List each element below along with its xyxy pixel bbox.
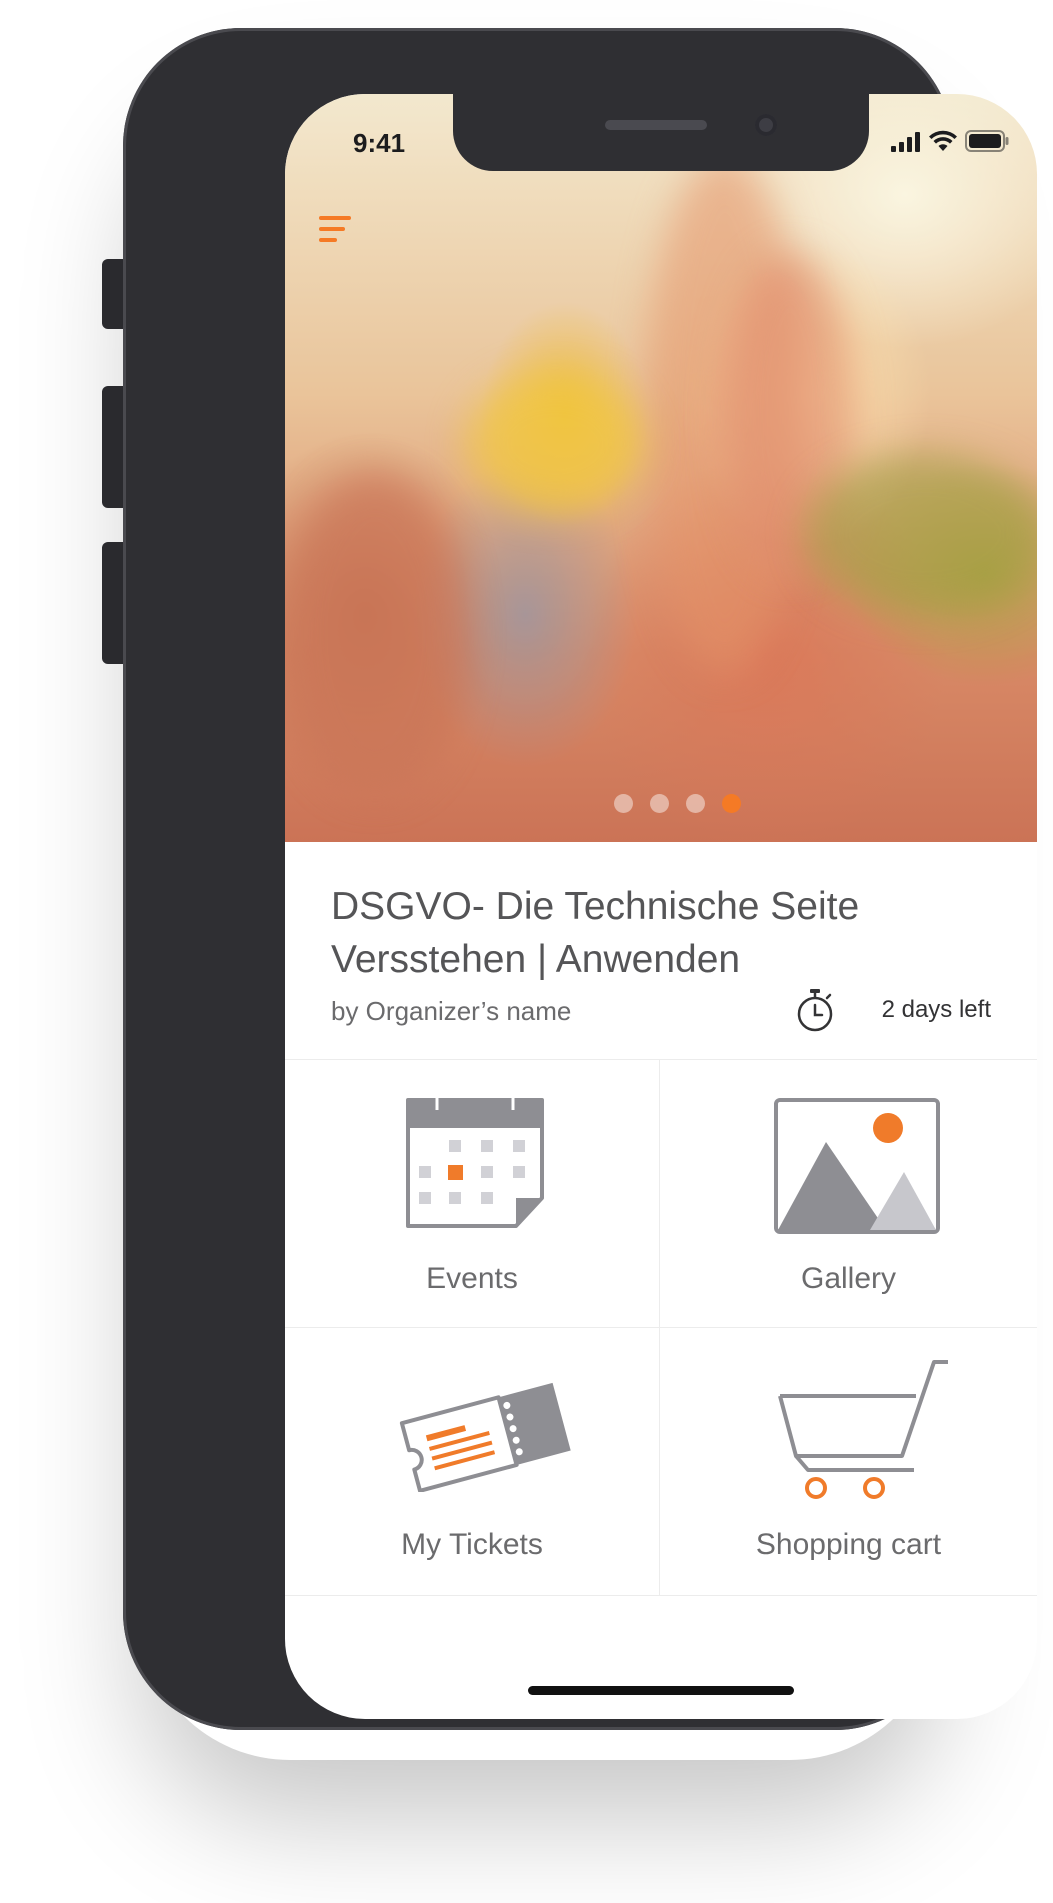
tile-label: My Tickets [401, 1528, 543, 1561]
menu-grid: Events Gallery My Tickets Shopping cart [285, 1060, 1037, 1596]
tile-events[interactable]: Events [285, 1060, 660, 1328]
hero-blur-shape [285, 474, 465, 794]
tile-label: Gallery [800, 1262, 897, 1295]
phone-frame: 9:41 DSGVO- Die Technische Seite Versste… [123, 28, 1037, 1730]
front-camera [755, 114, 777, 136]
status-time: 9:41 [353, 128, 406, 158]
menu-icon-line [319, 238, 337, 242]
calendar-icon [406, 1094, 544, 1228]
home-indicator[interactable] [528, 1686, 794, 1695]
organizer-name: by Organizer’s name [331, 996, 572, 1026]
tile-label: Events [426, 1262, 518, 1295]
speaker-grill [605, 120, 707, 130]
event-info: DSGVO- Die Technische Seite Versstehen |… [285, 842, 1037, 1060]
carousel-dots [285, 794, 1037, 813]
battery-icon [965, 130, 1009, 152]
app-screen: 9:41 DSGVO- Die Technische Seite Versste… [285, 94, 1037, 1719]
days-left: 2 days left [881, 996, 991, 1023]
carousel-dot[interactable] [685, 794, 705, 813]
notch [453, 94, 869, 171]
hero-blur-shape [805, 454, 1037, 614]
carousel-dot-active[interactable] [721, 794, 741, 813]
status-icons [891, 130, 1009, 152]
cart-icon [778, 1360, 948, 1499]
hero-image[interactable]: 9:41 [285, 94, 1037, 842]
event-title: DSGVO- Die Technische Seite Versstehen |… [331, 880, 971, 986]
carousel-dot[interactable] [649, 794, 669, 813]
menu-icon-line [319, 216, 351, 220]
carousel-dot[interactable] [613, 794, 633, 813]
stopwatch-icon [797, 989, 833, 1032]
menu-icon-line [319, 227, 345, 231]
signal-icon [891, 132, 920, 152]
wifi-icon [929, 130, 957, 151]
tile-label: Shopping cart [755, 1528, 942, 1561]
hero-blur-shape [465, 374, 645, 514]
event-title-line2: Versstehen | Anwenden [331, 938, 741, 981]
tile-my-tickets[interactable]: My Tickets [285, 1328, 660, 1596]
tile-gallery[interactable]: Gallery [660, 1060, 1037, 1328]
ticket-icon [399, 1382, 571, 1492]
tile-shopping-cart[interactable]: Shopping cart [660, 1328, 1037, 1596]
image-icon [774, 1098, 940, 1234]
event-title-line1: DSGVO- Die Technische Seite [331, 885, 860, 928]
menu-button[interactable] [319, 214, 355, 246]
